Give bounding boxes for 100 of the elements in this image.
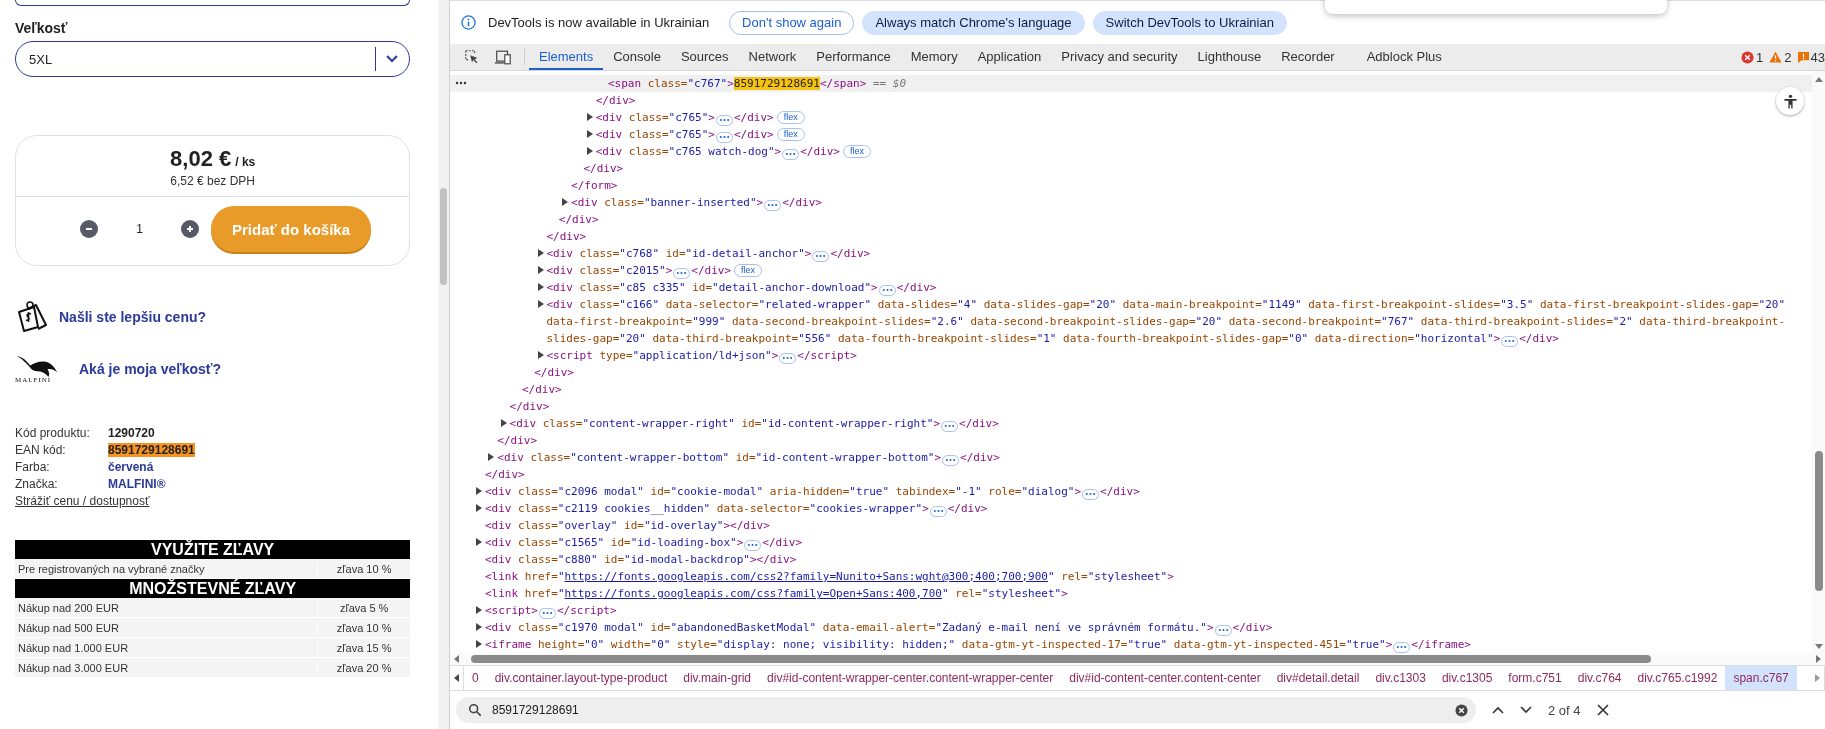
code-row[interactable]: </div> (450, 466, 1812, 483)
code-row[interactable]: <div class="c765"> </div> flex (450, 126, 1812, 143)
close-icon[interactable] (1596, 704, 1609, 716)
watch-price-link[interactable]: Strážiť cenu / dostupnosť (15, 494, 150, 508)
infobar-button[interactable]: Don't show again (729, 10, 855, 35)
ellipsis-button[interactable] (878, 284, 896, 296)
code-row[interactable]: <div class="c166" data-selector="related-wrapper" data-slides="4" data-slides-gap="20" data-main-breakpoint="1149" data-first-breakpoint-slides="3.5" data-first-breakpoint-slides-gap="20" (450, 296, 1812, 313)
expand-arrow-icon[interactable] (476, 487, 482, 495)
expand-arrow-icon[interactable] (500, 419, 507, 427)
ellipsis-button[interactable] (744, 539, 762, 551)
breadcrumb[interactable]: div.c1305 (1433, 666, 1501, 690)
code-row[interactable]: </div> (450, 92, 1812, 109)
breadcrumb[interactable]: 0 (464, 666, 487, 690)
code-row[interactable]: <div class="overlay" id="id-overlay"></div> (450, 517, 1812, 534)
issue-count[interactable]: 43 (1810, 49, 1825, 65)
code-row[interactable]: </div> (450, 381, 1812, 398)
breadcrumb[interactable]: div#detail.detail (1268, 666, 1368, 690)
ellipsis-button[interactable] (1501, 335, 1519, 347)
breadcrumb[interactable]: div#id-content-center.content-center (1061, 666, 1269, 690)
expand-arrow-icon[interactable] (537, 283, 544, 291)
infobar-button[interactable]: Always match Chrome's language (862, 10, 1085, 35)
warning-icon[interactable] (1769, 51, 1783, 63)
scrollbar-thumb[interactable] (471, 655, 1651, 663)
expand-arrow-icon[interactable] (476, 538, 482, 546)
code-row[interactable]: <div class="content-wrapper-bottom" id="id-content-wrapper-bottom"> </div> (450, 449, 1812, 466)
code-row[interactable]: <div class="content-wrapper-right" id="id-content-wrapper-right"> </div> (450, 415, 1812, 432)
size-guide-link[interactable]: Aká je moja veľkosť? (79, 360, 222, 377)
panel-tab[interactable]: Performance (806, 44, 901, 70)
ellipsis-button[interactable] (929, 505, 947, 517)
more-icon[interactable] (455, 81, 467, 85)
issue-icon[interactable] (1797, 51, 1809, 63)
ellipsis-button[interactable] (673, 267, 691, 279)
arrow-left-icon[interactable] (454, 655, 459, 663)
chevron-down-icon[interactable] (1520, 706, 1532, 714)
code-row[interactable]: <div class="c2096 modal" id="cookie-modal" aria-hidden="true" tabindex="-1" role="dialog"> </div> (450, 483, 1812, 500)
panel-tab[interactable]: Recorder (1271, 44, 1345, 70)
panel-tab[interactable]: Sources (670, 44, 739, 70)
ellipsis-button[interactable] (1393, 641, 1411, 653)
code-row[interactable]: <div class="c85 c335" id="detail-anchor-download"> </div> (450, 279, 1812, 296)
expand-arrow-icon[interactable] (537, 249, 544, 257)
code-row[interactable]: <link href="https://fonts.googleapis.com/css?family=Open+Sans:400,700" rel="stylesheet"> (450, 585, 1812, 602)
arrow-right-icon[interactable] (1816, 655, 1821, 663)
expand-arrow-icon[interactable] (537, 266, 544, 274)
code-row[interactable]: </div> (450, 398, 1812, 415)
arrow-up-icon[interactable] (1814, 77, 1823, 82)
expand-arrow-icon[interactable] (562, 198, 569, 206)
plus-button[interactable] (181, 220, 199, 238)
breadcrumb[interactable]: div.c1303 (1367, 666, 1434, 690)
expand-arrow-icon[interactable] (476, 606, 482, 614)
ellipsis-button[interactable] (715, 114, 733, 126)
code-row[interactable]: </div> (450, 160, 1812, 177)
expand-arrow-icon[interactable] (586, 147, 593, 155)
ellipsis-button[interactable] (941, 420, 959, 432)
expand-arrow-icon[interactable] (488, 453, 495, 461)
scrollbar[interactable] (450, 653, 1825, 665)
infobar-button[interactable]: Switch DevTools to Ukrainian (1092, 10, 1287, 35)
chevron-up-icon[interactable] (1492, 706, 1504, 714)
ellipsis-button[interactable] (782, 148, 800, 160)
inspect-icon[interactable] (464, 49, 480, 65)
code-row[interactable]: <div class="c2015"> </div> flex (450, 262, 1812, 279)
panel-tab[interactable]: Network (738, 44, 807, 70)
breadcrumb[interactable]: div.c765.c1992 (1629, 666, 1726, 690)
arrow-down-icon[interactable] (1814, 644, 1823, 649)
search-field[interactable]: 8591729128691 (456, 697, 1476, 723)
ellipsis-button[interactable] (1214, 624, 1232, 636)
breadcrumb[interactable]: div.c764 (1569, 666, 1630, 690)
panel-tab[interactable]: Lighthouse (1187, 44, 1272, 70)
expand-arrow-icon[interactable] (537, 300, 544, 308)
ellipsis-button[interactable] (764, 199, 782, 211)
code-row[interactable]: </div> (450, 432, 1812, 449)
ellipsis-button[interactable] (1082, 488, 1100, 500)
expand-arrow-icon[interactable] (476, 640, 482, 648)
ellipsis-button[interactable] (812, 250, 830, 262)
expand-arrow-icon[interactable] (586, 113, 593, 121)
better-price-link[interactable]: Našli ste lepšiu cenu? (59, 309, 207, 325)
ellipsis-button[interactable] (539, 607, 556, 619)
panel-tab[interactable]: Application (967, 44, 1052, 70)
code-row[interactable]: </div> (450, 211, 1812, 228)
ellipsis-button[interactable] (942, 454, 960, 466)
ellipsis-button[interactable] (779, 352, 797, 364)
code-row[interactable]: <div class="c768" id="id-detail-anchor"> </div> (450, 245, 1812, 262)
code-row[interactable]: <link href="https://fonts.googleapis.com/css2?family=Nunito+Sans:wght@300;400;700;900" rel="stylesheet"> (450, 568, 1812, 585)
code-row[interactable]: <div class="c765 watch-dog"> </div> flex (450, 143, 1812, 160)
code-row[interactable]: <div class="c765"> </div> flex (450, 109, 1812, 126)
panel-tab[interactable]: Privacy and security (1051, 44, 1188, 70)
scrollbar-thumb[interactable] (440, 188, 447, 285)
ellipsis-button[interactable] (715, 131, 733, 143)
expand-arrow-icon[interactable] (537, 351, 544, 359)
minus-button[interactable] (80, 220, 98, 238)
breadcrumb[interactable]: span.c767 (1725, 666, 1797, 690)
panel-tab[interactable]: Console (603, 44, 671, 70)
code-row[interactable]: <div class="c2119 cookies__hidden" data-selector="cookies-wrapper"> </div> (450, 500, 1812, 517)
clear-icon[interactable] (1455, 703, 1468, 717)
breadcrumb[interactable]: div.container.layout-type-product (486, 666, 676, 690)
expand-arrow-icon[interactable] (476, 504, 482, 512)
accessibility-button[interactable] (1776, 87, 1804, 115)
error-icon[interactable] (1741, 50, 1755, 64)
breadcrumb[interactable]: div.main-grid (675, 666, 760, 690)
code-row[interactable]: </form> (450, 177, 1812, 194)
expand-arrow-icon[interactable] (586, 130, 593, 138)
